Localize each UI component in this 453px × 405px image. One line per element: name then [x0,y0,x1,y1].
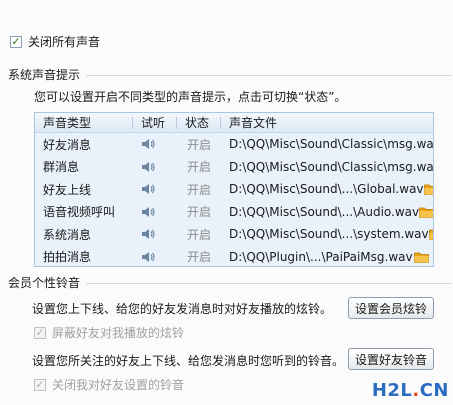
close-friend-ringtone-checkbox[interactable]: ✓ [34,378,46,391]
preview-cell [133,251,177,263]
folder-icon[interactable] [414,251,429,263]
status-cell[interactable]: 开启 [177,226,221,243]
table-header: 声音类型 试听 状态 声音文件 [35,113,433,133]
speaker-icon[interactable] [141,251,177,263]
mute-all-checkbox[interactable]: ✓ [10,35,22,48]
friend-ringtone-desc: 设置您所关注的好友上下线、给您发消息时您听到的铃音。 [32,354,345,368]
file-path: D:\QQ\Misc\Sound\Classic\msg.wav [229,137,433,152]
col-header-file[interactable]: 声音文件 [221,113,433,132]
file-path: D:\QQ\Plugin\...\PaiPaiMsg.wav [229,249,413,264]
watermark-logo: H2L . CN [372,380,449,401]
file-path: D:\QQ\Misc\Sound\...\Global.wav [229,182,424,197]
close-friend-ringtone-row[interactable]: ✓ 关闭我对好友设置的铃音 [34,376,184,393]
preview-cell [133,228,177,240]
table-row[interactable]: 系统消息 开启 D:\QQ\Misc\Sound\...\system.wav [35,223,433,246]
watermark-text-a: H2L [371,380,413,401]
status-cell[interactable]: 开启 [177,248,221,265]
sound-type-cell: 好友上线 [43,182,92,197]
block-ringtone-checkbox[interactable]: ✓ [34,326,46,339]
system-sounds-desc: 您可以设置开启不同类型的声音提示，点击可切换“状态”。 [34,90,347,104]
table-body: 好友消息 开启 D:\QQ\Misc\Sound\Classic\msg.wav 群消… [35,133,433,267]
folder-icon[interactable] [428,228,433,241]
section-divider [86,283,451,284]
sound-table: 声音类型 试听 状态 声音文件 好友消息 开启 D:\QQ\Misc\Sound\C… [34,112,434,267]
sound-type-cell: 群消息 [43,160,80,175]
sound-settings-panel: ✓ 关闭所有声音 系统声音提示 您可以设置开启不同类型的声音提示，点击可切换“状… [0,0,453,405]
file-cell: D:\QQ\Misc\Sound\...\Global.wav [221,182,433,196]
folder-icon[interactable] [423,183,433,196]
table-row[interactable]: 群消息 开启 D:\QQ\Misc\Sound\Classic\msg.wav [35,156,433,179]
col-header-status[interactable]: 状态 [177,113,221,132]
speaker-icon[interactable] [141,138,177,150]
preview-cell [133,183,177,195]
file-cell: D:\QQ\Misc\Sound\Classic\msg.wav [221,137,433,151]
mute-all-row[interactable]: ✓ 关闭所有声音 [10,33,100,50]
file-path: D:\QQ\Misc\Sound\...\system.wav [229,227,429,242]
file-path: D:\QQ\Misc\Sound\Classic\msg.wav [229,159,433,174]
status-cell[interactable]: 开启 [177,136,221,153]
table-row[interactable]: 好友消息 开启 D:\QQ\Misc\Sound\Classic\msg.wav [35,133,433,156]
file-cell: D:\QQ\Misc\Sound\Classic\msg.wav [221,160,433,174]
status-cell[interactable]: 开启 [177,181,221,198]
watermark-dot: . [412,380,420,401]
set-member-ringtone-button[interactable]: 设置会员炫铃 [348,297,434,319]
system-sounds-section-title: 系统声音提示 [8,66,451,83]
sound-type-cell: 好友消息 [43,137,92,152]
preview-cell [133,161,177,173]
preview-cell [133,206,177,218]
member-ringtone-title: 会员个性铃音 [8,276,81,290]
speaker-icon[interactable] [141,161,177,173]
status-cell[interactable]: 开启 [177,203,221,220]
speaker-icon[interactable] [141,183,177,195]
speaker-icon[interactable] [141,228,177,240]
file-cell: D:\QQ\Misc\Sound\...\Audio.wav [221,205,433,219]
sound-type-cell: 语音视频呼叫 [43,205,116,220]
block-ringtone-label: 屏蔽好友对我播放的炫铃 [52,326,185,340]
file-cell: D:\QQ\Misc\Sound\...\system.wav [221,227,433,241]
system-sounds-title: 系统声音提示 [8,68,81,82]
file-path: D:\QQ\Misc\Sound\...\Audio.wav [229,204,420,219]
table-row[interactable]: 语音视频呼叫 开启 D:\QQ\Misc\Sound\...\Audio.wav [35,201,433,224]
col-header-type[interactable]: 声音类型 [35,113,133,132]
mute-all-label: 关闭所有声音 [28,35,101,49]
section-divider [86,75,451,76]
table-row[interactable]: 好友上线 开启 D:\QQ\Misc\Sound\...\Global.wav [35,178,433,201]
close-friend-ringtone-label: 关闭我对好友设置的铃音 [52,378,185,392]
sound-type-cell: 系统消息 [43,227,92,242]
member-ringtone-desc: 设置您上下线、给您的好友发消息时对好友播放的炫铃。 [32,302,333,316]
sound-type-cell: 拍拍消息 [43,250,92,265]
set-friend-ringtone-button[interactable]: 设置好友铃音 [348,348,434,370]
col-header-preview[interactable]: 试听 [133,113,177,132]
folder-icon[interactable] [419,206,433,218]
file-cell: D:\QQ\Plugin\...\PaiPaiMsg.wav [221,250,433,264]
preview-cell [133,138,177,150]
status-cell[interactable]: 开启 [177,158,221,175]
speaker-icon[interactable] [141,206,177,218]
block-ringtone-row[interactable]: ✓ 屏蔽好友对我播放的炫铃 [34,324,184,341]
table-row[interactable]: 拍拍消息 开启 D:\QQ\Plugin\...\PaiPaiMsg.wav [35,246,433,267]
member-ringtone-section-title: 会员个性铃音 [8,274,451,291]
watermark-text-b: CN [419,380,449,401]
